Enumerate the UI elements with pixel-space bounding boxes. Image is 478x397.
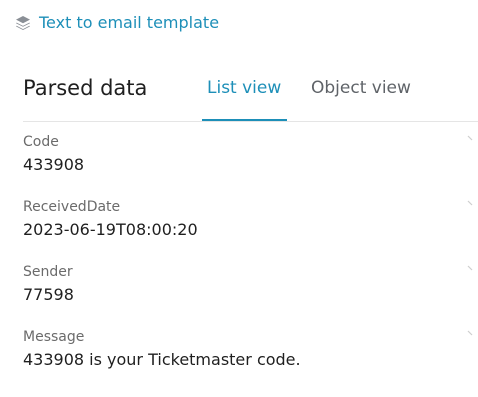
- field-item-code: Code 433908: [23, 132, 478, 197]
- layers-icon: [14, 14, 32, 32]
- field-value: 77598: [23, 285, 74, 304]
- field-item-sender: Sender 77598: [23, 262, 478, 327]
- panel-header: Parsed data List view Object view: [0, 62, 478, 122]
- field-value: 433908: [23, 155, 85, 174]
- field-label: Sender: [23, 264, 73, 280]
- text-to-email-template-link[interactable]: Text to email template: [14, 12, 219, 34]
- field-item-receiveddate: ReceivedDate 2023-06-19T08:00:20: [23, 197, 478, 262]
- panel-title: Parsed data: [23, 76, 148, 100]
- parsed-data-panel: Text to email template Parsed data List …: [0, 0, 478, 397]
- header-divider: [23, 121, 478, 122]
- template-link-label: Text to email template: [39, 13, 220, 32]
- chevron-down-icon[interactable]: [466, 199, 476, 209]
- field-value: 2023-06-19T08:00:20: [23, 220, 198, 239]
- field-item-message: Message 433908 is your Ticketmaster code…: [23, 327, 478, 392]
- chevron-down-icon[interactable]: [466, 329, 476, 339]
- chevron-down-icon[interactable]: [466, 134, 476, 144]
- field-label: Code: [23, 134, 59, 150]
- field-label: ReceivedDate: [23, 199, 121, 215]
- tab-list-view[interactable]: List view: [207, 76, 281, 100]
- field-label: Message: [23, 329, 85, 345]
- tab-object-view[interactable]: Object view: [311, 76, 411, 100]
- chevron-down-icon[interactable]: [466, 264, 476, 274]
- field-value: 433908 is your Ticketmaster code.: [23, 350, 301, 369]
- field-list: Code 433908 ReceivedDate 2023-06-19T08:0…: [23, 132, 478, 392]
